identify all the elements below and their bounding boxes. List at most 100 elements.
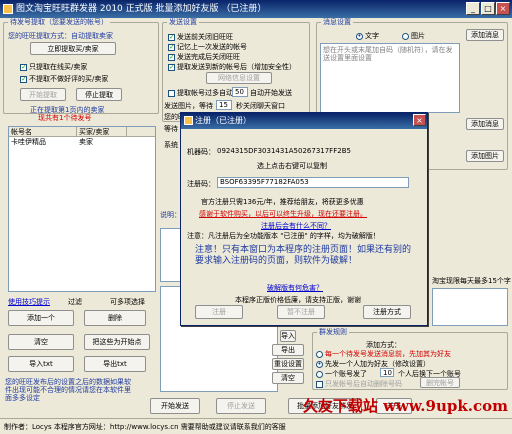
cracked-link[interactable]: 破解版有何危害？ [267, 283, 323, 293]
image-wait-label: 发送图片，等待 [164, 102, 213, 110]
start-send-button[interactable]: 开始发送 [150, 398, 200, 414]
network-settings-button[interactable]: 网络信息设置 [206, 72, 272, 84]
opt-add-one[interactable]: • 先发一个人加为好友（修改设置） [316, 359, 430, 369]
opt-friend-first[interactable]: 每一个待发号发送消息前，先加其为好友 [316, 349, 451, 359]
wait-label: 等待 [164, 125, 178, 133]
col-account: 帐号名 [9, 127, 77, 136]
cell-account: 卡哇伊精品 [11, 138, 46, 146]
auto-delete-checkbox[interactable]: 只发帐号后自动删除号码 [316, 379, 402, 389]
table-header: 帐号名 买家/卖家 [9, 127, 155, 137]
limit-label: 淘宝现限每天最多15个字 [432, 277, 511, 285]
maximize-button[interactable]: □ [481, 2, 495, 15]
close-old-checkbox[interactable]: ✓ 发送前关闭旧旺旺 [168, 32, 233, 42]
status-bar: 制作者：Locys 本程序官方网址：http://www.locys.cn 需要… [0, 418, 512, 434]
difference-link[interactable]: 注册后会有什么不同？ [261, 221, 331, 231]
text-radio-label: 文字 [365, 32, 379, 40]
limit-list[interactable] [432, 288, 508, 326]
stop-extract-button[interactable]: 停止提取 [76, 88, 122, 101]
auto-send-tail: 自动开始发送 [250, 89, 292, 97]
auto-delete-label: 只发帐号后自动删除号码 [325, 380, 402, 388]
dialog-icon [184, 116, 193, 125]
account-table[interactable]: 帐号名 买家/卖家 卡哇伊精品 卖家 [8, 126, 156, 292]
auto-send-label: 提取帐号过多自动 [177, 89, 233, 97]
cell-type: 卖家 [79, 138, 93, 146]
register-dialog-title: 注册（已注册） [195, 116, 251, 125]
trial-button[interactable]: 暂不注册 [277, 305, 325, 319]
safe-mode-checkbox[interactable]: ✓ 提取发送到新的帐号后（增加安全性） [168, 62, 296, 72]
col-type: 买家/卖家 [77, 127, 127, 136]
safe-mode-label: 提取发送到新的帐号后（增加安全性） [177, 63, 296, 71]
online-only-checkbox[interactable]: ✓ 只提取在线买/卖家 [20, 62, 87, 72]
auto-send-checkbox[interactable]: 提取帐号过多自动 [168, 88, 233, 98]
image-radio-label: 图片 [411, 32, 425, 40]
warning-text: 注意！只有本窗口为本程序的注册页面！如果还有别的要求输入注册码的页面，则软件为破… [195, 245, 412, 266]
watermark: 久友下载站 www.9upk.com [302, 397, 508, 415]
mass-rules-title: 群发规则 [317, 328, 349, 337]
price-line: 官方注册只需136元/年，推荐给朋友，将获更多优惠 [201, 198, 364, 206]
image-wait-input[interactable]: 15 [216, 100, 232, 110]
reset-settings-button[interactable]: 重设设置 [272, 358, 304, 370]
remember-last-checkbox[interactable]: ✓ 记忆上一次发送的帐号 [168, 42, 247, 52]
add-image-button[interactable]: 添加图片 [466, 150, 504, 162]
export-txt-button[interactable]: 导出txt [84, 356, 146, 372]
image-radio[interactable]: 图片 [402, 31, 425, 41]
system-label: 系统 [164, 141, 178, 149]
app-icon [3, 4, 13, 14]
clear-list-button[interactable]: 清空 [8, 334, 74, 350]
desc-line: 注意：凡注册后为全功能版本 "已注册" 的字样，均为破解版！ [187, 232, 380, 240]
switch-count-input[interactable]: 10 [380, 368, 394, 377]
message-textarea[interactable]: 想在开头或末尾加自码（随机符），请在发送设置里面设置 [320, 43, 460, 113]
register-button[interactable]: 注册 [195, 305, 243, 319]
upgrade-line: 感谢于软件购买，以后可以终生升级，现在还要注册。 [199, 210, 367, 218]
copy-hint: 选上点击右键可以复制 [257, 162, 327, 170]
text-radio[interactable]: • 文字 [356, 31, 379, 41]
machine-label: 机器码： [187, 148, 215, 156]
filter-label: 过滤 [68, 298, 82, 306]
reg-label: 注册码： [187, 180, 215, 188]
delete-button[interactable]: 删除 [84, 310, 146, 326]
register-mode-button[interactable]: 注册方式 [363, 305, 411, 319]
extract-now-button[interactable]: 立即提取买/卖家 [30, 42, 116, 55]
minimize-button[interactable]: _ [466, 2, 480, 15]
close-old-label: 发送前关闭旧旺旺 [177, 33, 233, 41]
window-title-bar: 图文淘宝旺旺群发器 2010 正式版 批量添加好友版 （已注册） _ □ × [0, 0, 512, 18]
opt-add-one-label: 先发一个人加为好友（修改设置） [325, 360, 430, 368]
skip-sent-checkbox[interactable]: ✓ 不提取不做好评的买/卖家 [20, 74, 108, 84]
close-button[interactable]: × [496, 2, 510, 15]
add-message2-button[interactable]: 添加消息 [466, 118, 504, 130]
import-txt-button[interactable]: 导入txt [8, 356, 74, 372]
left-note: 您的旺旺发布后的设置之后的数据如果软件出现可能不合理的情况请您在本软件里面多多设… [5, 378, 131, 402]
clear-button[interactable]: 清空 [272, 372, 304, 384]
online-only-label: 只提取在线买/卖家 [29, 63, 88, 71]
message-group-title: 消息设置 [321, 18, 353, 27]
image-wait-tail: 秒关闭聊天窗口 [236, 102, 285, 110]
stop-send-button[interactable]: 停止发送 [216, 398, 266, 414]
auto-send-count-input[interactable]: 50 [232, 87, 248, 97]
remember-last-label: 记忆上一次发送的帐号 [177, 43, 247, 51]
skip-sent-label: 不提取不做好评的买/卖家 [29, 75, 109, 83]
pending-count: 现共有1个待发号 [38, 114, 92, 122]
import-button[interactable]: 导入 [280, 330, 296, 342]
window-title: 图文淘宝旺旺群发器 2010 正式版 批量添加好友版 （已注册） [16, 4, 267, 14]
extract-group-title: 待发号提取（您要发送的帐号） [8, 18, 110, 27]
dialog-close-button[interactable]: × [413, 114, 426, 126]
delete-accounts-button[interactable]: 删完帐号 [420, 377, 460, 388]
start-extract-button[interactable]: 开始提取 [20, 88, 66, 101]
add-message-button[interactable]: 添加消息 [466, 29, 504, 41]
add-one-button[interactable]: 添加一个 [8, 310, 74, 326]
table-row[interactable]: 卡哇伊精品 卖家 [9, 137, 155, 147]
opt-switch-label: 一个账号发了 [325, 370, 367, 378]
opt-switch[interactable]: 一个账号发了 [316, 369, 367, 379]
footer-note: 本程序正版价格低廉，请支持正版，谢谢 [235, 296, 361, 304]
extract-hint: 您的旺旺提取方式：自动提取卖家 [8, 32, 113, 40]
register-dialog: 注册（已注册） × 机器码： 0924315DF3031431A50267317… [180, 112, 428, 326]
export-button[interactable]: 导出 [272, 344, 304, 356]
close-after-checkbox[interactable]: ✓ 发送完成后关闭旺旺 [168, 52, 240, 62]
close-after-label: 发送完成后关闭旺旺 [177, 53, 240, 61]
multi-select-label: 可多项选择 [110, 298, 145, 306]
tips-link[interactable]: 使用技巧提示 [8, 297, 50, 307]
set-start-button[interactable]: 把这些为开始点 [84, 334, 150, 350]
register-dialog-title-bar: 注册（已注册） × [181, 113, 427, 129]
machine-code: 0924315DF3031431A50267317FF2B5 [217, 147, 351, 155]
reg-code-input[interactable]: BSOF63395F77182FA053 [217, 177, 409, 188]
